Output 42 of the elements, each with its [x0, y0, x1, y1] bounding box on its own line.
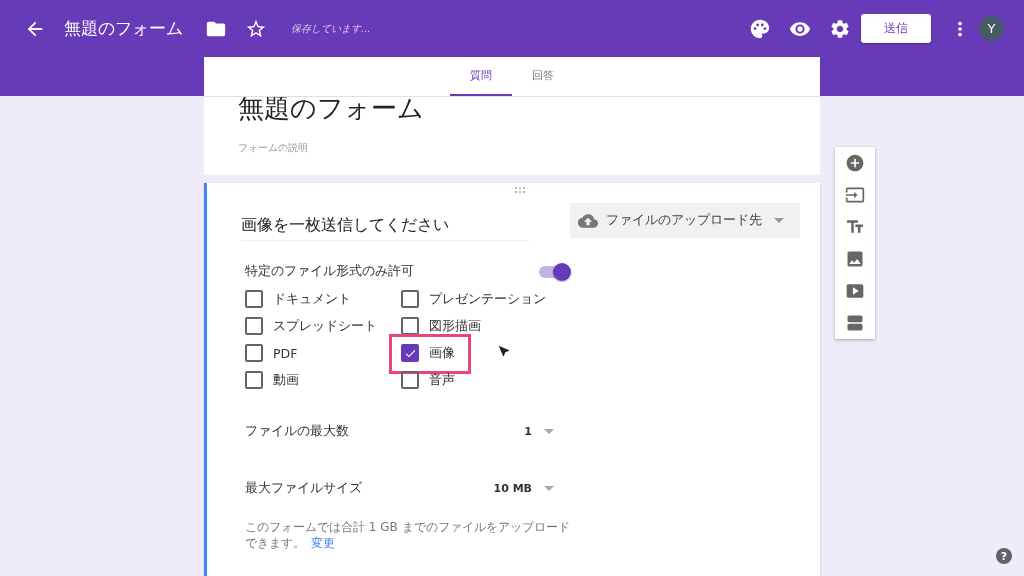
add-icon[interactable]: [845, 153, 865, 173]
checkbox[interactable]: [401, 344, 419, 362]
change-link[interactable]: 変更: [311, 536, 335, 550]
save-status: 保存しています...: [291, 21, 371, 36]
image-icon[interactable]: [845, 249, 865, 269]
help-icon[interactable]: ?: [996, 548, 1012, 564]
checkbox-label: ドキュメント: [273, 290, 351, 308]
checkbox-label: 画像: [429, 344, 455, 362]
import-icon[interactable]: [845, 185, 865, 205]
checkbox[interactable]: [245, 371, 263, 389]
section-icon[interactable]: [845, 313, 865, 333]
checkbox[interactable]: [245, 290, 263, 308]
toggle-switch[interactable]: [539, 265, 569, 278]
checkbox-label: プレゼンテーション: [429, 290, 546, 308]
setting-value[interactable]: 10 MB: [487, 482, 532, 495]
palette-icon[interactable]: [749, 17, 771, 40]
checkbox[interactable]: [401, 290, 419, 308]
caret-icon: [774, 218, 784, 223]
mouse-pointer-icon: [497, 344, 511, 358]
option-label: 特定のファイル形式のみ許可: [245, 263, 414, 280]
video-icon[interactable]: [845, 281, 865, 301]
avatar[interactable]: Y: [979, 16, 1004, 41]
checkbox[interactable]: [245, 344, 263, 362]
form-title: 無題のフォーム: [64, 17, 183, 40]
checkbox-label: PDF: [273, 345, 298, 361]
send-button[interactable]: 送信: [861, 14, 931, 43]
setting-label: 最大ファイルサイズ: [245, 480, 363, 497]
question-type-dropdown[interactable]: ファイルのアップロード先: [570, 203, 800, 238]
storage-note: このフォームでは合計 1 GB までのファイルをアップロードできます。 変更: [245, 519, 571, 551]
checkbox-label: 動画: [273, 371, 299, 389]
checkbox-label: 図形描画: [429, 317, 481, 335]
question-title-field[interactable]: 画像を一枚送信してください: [241, 201, 529, 241]
tab[interactable]: 回答: [512, 57, 574, 96]
setting-label: ファイルの最大数: [245, 423, 350, 440]
checkbox[interactable]: [401, 371, 419, 389]
drag-handle-icon[interactable]: [515, 187, 526, 193]
settings-icon[interactable]: [829, 17, 851, 40]
checkbox-label: 音声: [429, 371, 455, 389]
checkbox-label: スプレッドシート: [273, 317, 377, 335]
checkbox[interactable]: [401, 317, 419, 335]
setting-value[interactable]: 1: [487, 425, 532, 438]
checkbox[interactable]: [245, 317, 263, 335]
